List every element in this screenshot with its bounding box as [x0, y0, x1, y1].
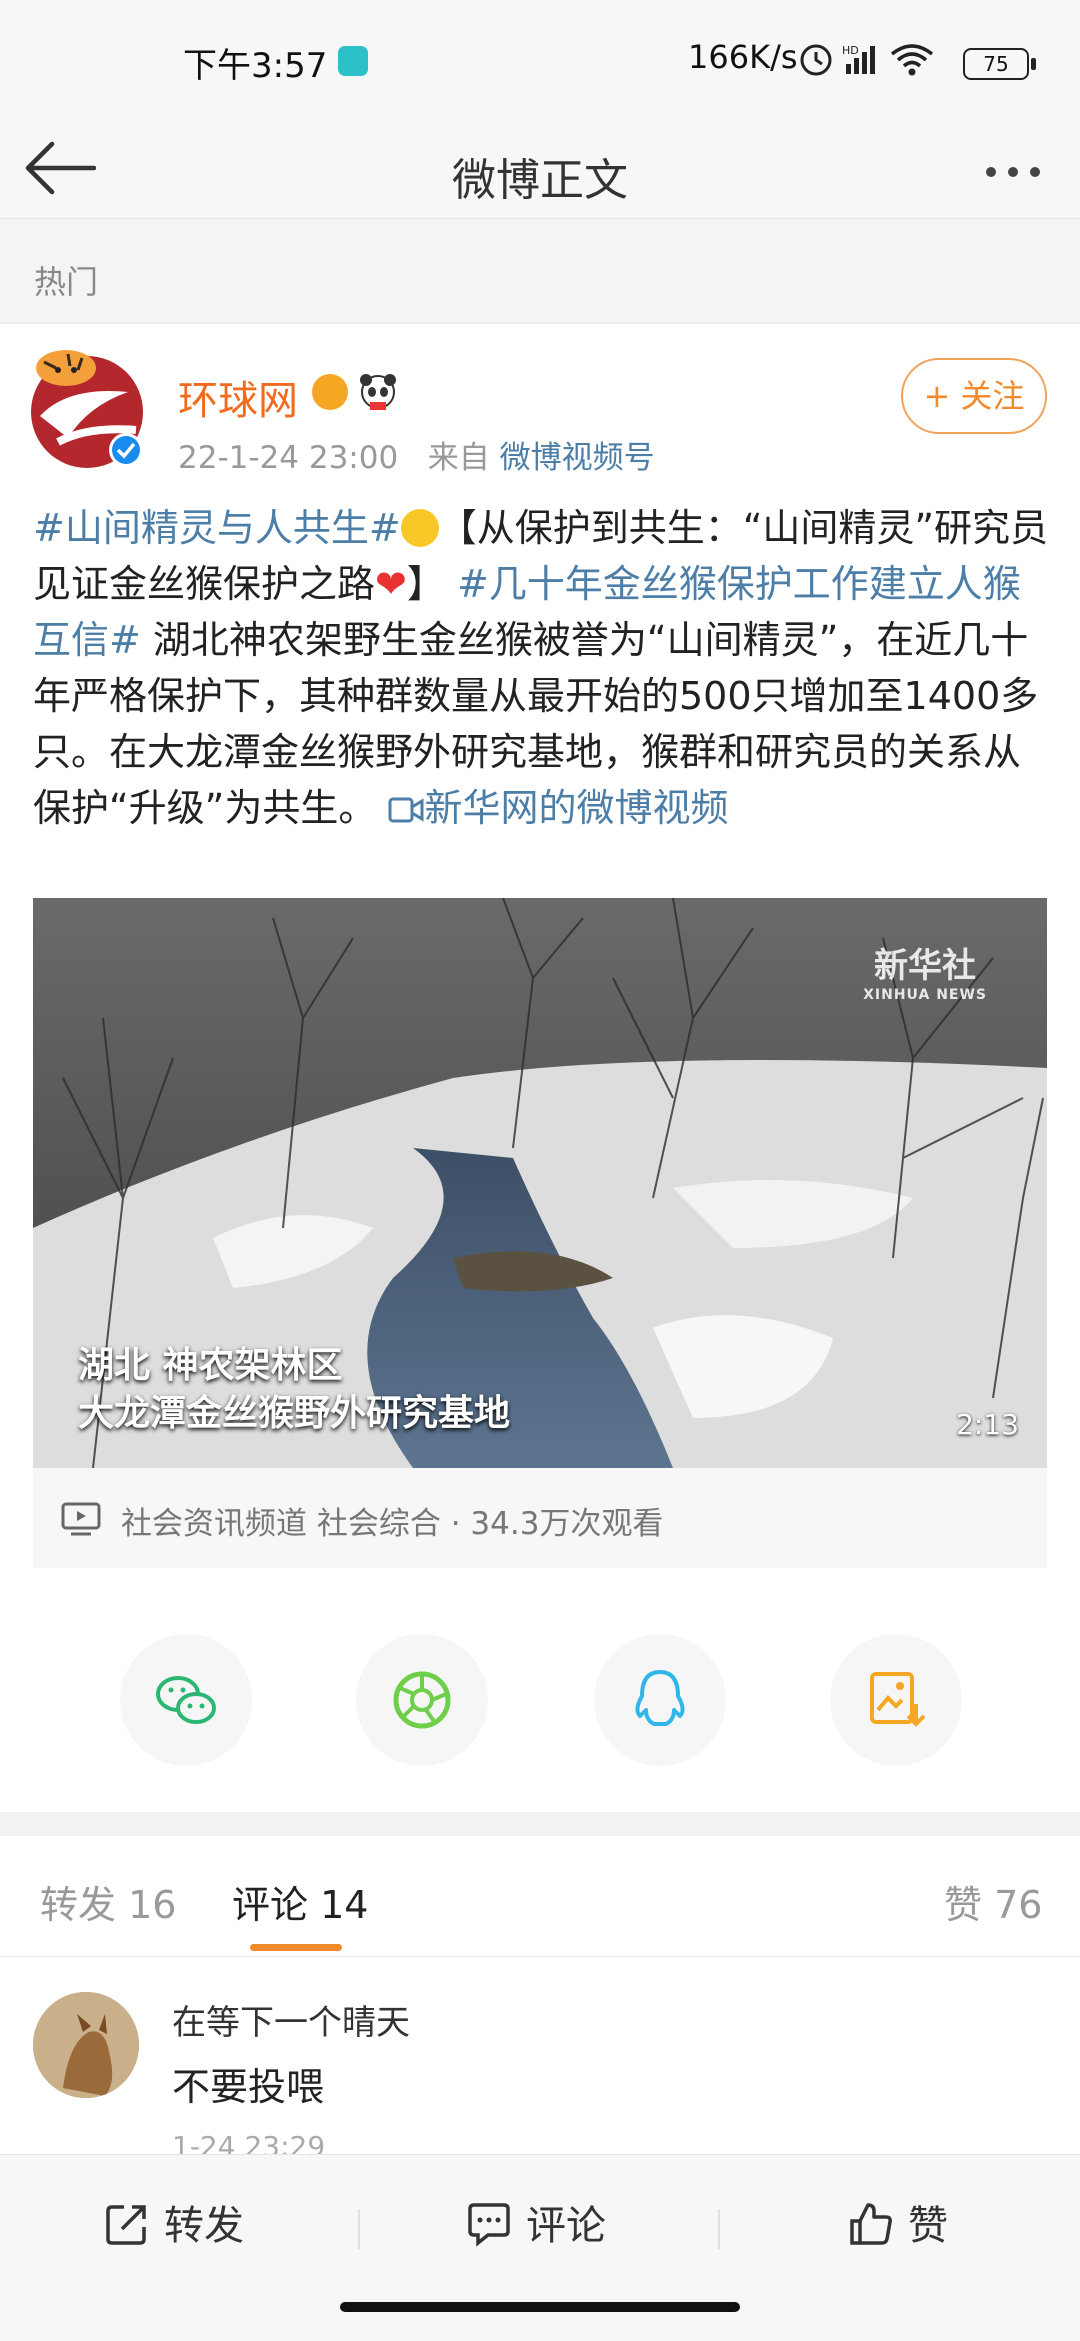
nav-bar: 微博正文	[0, 118, 1080, 219]
status-time: 下午3:57	[183, 46, 328, 86]
page-title: 微博正文	[452, 155, 628, 206]
comment-icon	[468, 2203, 510, 2247]
post-date: 22-1-24 23:00	[178, 440, 399, 476]
tab-comment[interactable]: 评论 14	[232, 1874, 368, 1929]
share-qq-button[interactable]	[594, 1634, 726, 1766]
wechat-icon	[156, 1676, 216, 1724]
video-link[interactable]: 新华网的微博视频	[388, 786, 728, 830]
video-caption-line2: 大龙潭金丝猴野外研究基地	[78, 1393, 511, 1434]
active-tab-indicator	[250, 1944, 342, 1951]
save-image-button[interactable]	[830, 1634, 962, 1766]
heart-emoji-icon: ❤	[375, 562, 407, 606]
post-meta: 22-1-24 23:00 来自 微博视频号	[178, 432, 655, 477]
save-image-icon	[870, 1672, 926, 1727]
bottom-action-bar: 转发 评论 赞	[0, 2154, 1080, 2341]
repost-icon	[106, 2205, 146, 2245]
panda-badge-icon	[360, 374, 396, 410]
repost-button[interactable]: 转发	[104, 2193, 244, 2251]
video-player[interactable]: 新华社 XINHUA NEWS 湖北 神农架林区 大龙潭金丝猴野外研究基地 2:1…	[33, 898, 1047, 1468]
video-meta-text: 社会资讯频道 社会综合 · 34.3万次观看	[121, 1506, 664, 1542]
tab-like[interactable]: 赞 76	[944, 1874, 1042, 1929]
qq-icon	[635, 1670, 685, 1726]
surprised-emoji-icon	[400, 509, 439, 547]
tab-divider	[0, 1956, 1080, 1957]
network-speed: 166K/s	[688, 38, 798, 76]
tab-repost[interactable]: 转发 16	[40, 1874, 176, 1929]
video-meta: 社会资讯频道 社会综合 · 34.3万次观看	[33, 1468, 1047, 1568]
bottom-separator	[358, 2209, 360, 2249]
topic-link[interactable]: #山间精灵与人共生#	[33, 506, 401, 550]
svg-text:HD: HD	[842, 44, 859, 57]
follow-button[interactable]: + 关注	[901, 358, 1047, 434]
status-bar: 下午3:57 166K/s HD 75	[0, 0, 1080, 118]
video-watermark: 新华社 XINHUA NEWS	[863, 946, 987, 1003]
battery-icon: 75	[963, 48, 1036, 80]
moments-icon	[393, 1671, 451, 1729]
section-header: 热门	[0, 219, 1080, 324]
video-caption-line1: 湖北 神农架林区	[78, 1345, 343, 1386]
author-avatar[interactable]	[28, 346, 146, 472]
hot-label: 热门	[34, 263, 99, 301]
video-duration: 2:13	[956, 1408, 1019, 1441]
app-notification-icon	[338, 46, 368, 76]
more-icon[interactable]	[986, 162, 1052, 177]
comment-label[interactable]: 评论	[526, 2203, 606, 2249]
comment-button[interactable]: 评论	[466, 2193, 606, 2251]
video-link-icon	[388, 797, 424, 823]
commenter-name[interactable]: 在等下一个晴天	[172, 1995, 410, 2044]
comment-text: 不要投喂	[172, 2065, 325, 2109]
thumbs-up-icon	[850, 2203, 892, 2245]
like-label[interactable]: 赞	[908, 2203, 948, 2249]
author-name[interactable]: 环球网	[178, 368, 298, 426]
source-prefix: 来自	[427, 440, 490, 476]
vip-badge-icon	[312, 374, 348, 410]
like-button[interactable]: 赞	[848, 2193, 948, 2251]
share-moments-button[interactable]	[356, 1634, 488, 1766]
share-wechat-button[interactable]	[120, 1634, 252, 1766]
section-divider	[0, 1812, 1080, 1836]
commenter-avatar[interactable]	[33, 1992, 139, 2098]
repost-label[interactable]: 转发	[164, 2203, 244, 2249]
home-indicator[interactable]	[340, 2302, 740, 2312]
tv-icon	[61, 1502, 101, 1536]
post-text-segment: 】	[406, 562, 445, 606]
bottom-separator	[718, 2209, 720, 2249]
signal-wifi-icons: HD	[800, 44, 934, 76]
video-link-label[interactable]: 新华网的微博视频	[424, 786, 728, 830]
post-source-link[interactable]: 微博视频号	[500, 440, 655, 476]
post-body: #山间精灵与人共生# 【从保护到共生：“山间精灵”研究员见证金丝猴保护之路❤】 #…	[33, 500, 1053, 836]
